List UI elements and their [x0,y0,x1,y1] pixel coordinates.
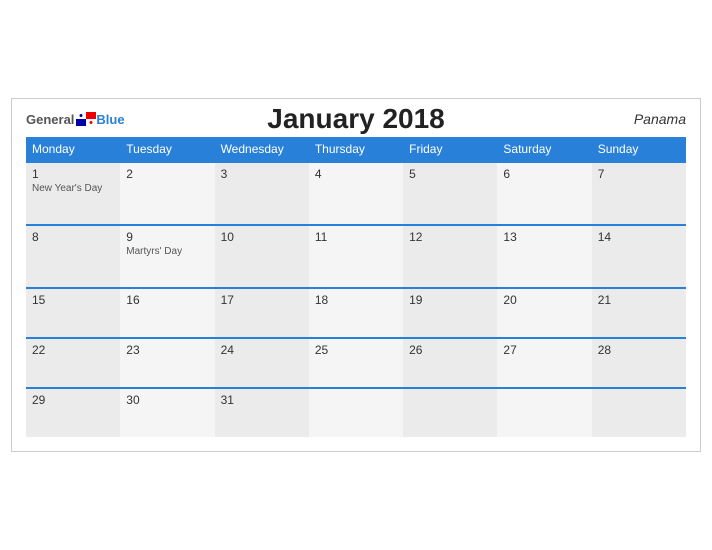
day-number: 21 [598,293,680,307]
day-number: 12 [409,230,491,244]
calendar-day-cell: 13 [497,225,591,288]
calendar-day-cell: 8 [26,225,120,288]
calendar-day-cell [309,388,403,437]
calendar-day-cell: 18 [309,288,403,338]
calendar-week-row: 29 30 31 [26,388,686,437]
day-number: 9 [126,230,208,244]
day-number: 20 [503,293,585,307]
day-number: 28 [598,343,680,357]
calendar-week-row: 15 16 17 18 19 20 21 [26,288,686,338]
day-number: 14 [598,230,680,244]
calendar-day-cell: 11 [309,225,403,288]
day-number: 19 [409,293,491,307]
day-number: 23 [126,343,208,357]
day-number: 6 [503,167,585,181]
country-name: Panama [634,111,686,127]
weekday-monday: Monday [26,137,120,162]
calendar-day-cell: 6 [497,162,591,225]
calendar-day-cell: 26 [403,338,497,388]
calendar-container: General Blue January 2018 Panama Monday … [11,98,701,452]
calendar-day-cell: 3 [215,162,309,225]
holiday-name: New Year's Day [32,183,114,194]
day-number: 17 [221,293,303,307]
calendar-day-cell: 10 [215,225,309,288]
day-number: 26 [409,343,491,357]
day-number: 24 [221,343,303,357]
calendar-day-cell: 16 [120,288,214,338]
day-number: 25 [315,343,397,357]
day-number: 10 [221,230,303,244]
day-number: 15 [32,293,114,307]
day-number: 11 [315,230,397,244]
day-number: 5 [409,167,491,181]
weekday-header-row: Monday Tuesday Wednesday Thursday Friday… [26,137,686,162]
day-number: 13 [503,230,585,244]
day-number: 22 [32,343,114,357]
day-number: 27 [503,343,585,357]
day-number: 30 [126,393,208,407]
calendar-day-cell: 14 [592,225,686,288]
calendar-day-cell: 23 [120,338,214,388]
holiday-name: Martyrs' Day [126,246,208,257]
calendar-day-cell [592,388,686,437]
day-number: 4 [315,167,397,181]
calendar-table: Monday Tuesday Wednesday Thursday Friday… [26,137,686,437]
calendar-header: General Blue January 2018 Panama [26,111,686,127]
calendar-day-cell: 28 [592,338,686,388]
day-number: 1 [32,167,114,181]
calendar-day-cell [497,388,591,437]
calendar-day-cell: 12 [403,225,497,288]
calendar-week-row: 89 Martyrs' Day 10 11 12 13 14 [26,225,686,288]
weekday-tuesday: Tuesday [120,137,214,162]
calendar-day-cell: 21 [592,288,686,338]
calendar-day-cell: 22 [26,338,120,388]
calendar-day-cell: 25 [309,338,403,388]
day-number: 16 [126,293,208,307]
day-number: 18 [315,293,397,307]
day-number: 29 [32,393,114,407]
calendar-day-cell: 17 [215,288,309,338]
calendar-day-cell: 30 [120,388,214,437]
calendar-title: January 2018 [267,103,444,135]
calendar-day-cell: 20 [497,288,591,338]
calendar-week-row: 1 New Year's Day 234567 [26,162,686,225]
calendar-day-cell: 24 [215,338,309,388]
calendar-day-cell: 2 [120,162,214,225]
calendar-day-cell: 29 [26,388,120,437]
logo-blue-text: Blue [96,112,124,127]
calendar-day-cell: 27 [497,338,591,388]
weekday-friday: Friday [403,137,497,162]
day-number: 31 [221,393,303,407]
calendar-day-cell: 15 [26,288,120,338]
calendar-week-row: 22 23 24 25 26 27 28 [26,338,686,388]
day-number: 3 [221,167,303,181]
calendar-day-cell: 19 [403,288,497,338]
weekday-saturday: Saturday [497,137,591,162]
calendar-thead: Monday Tuesday Wednesday Thursday Friday… [26,137,686,162]
weekday-sunday: Sunday [592,137,686,162]
weekday-wednesday: Wednesday [215,137,309,162]
logo-flag-icon [76,112,96,126]
day-number: 8 [32,230,114,244]
calendar-day-cell: 4 [309,162,403,225]
logo: General Blue [26,112,125,127]
calendar-day-cell [403,388,497,437]
calendar-day-cell: 31 [215,388,309,437]
calendar-day-cell: 9 Martyrs' Day [120,225,214,288]
calendar-day-cell: 5 [403,162,497,225]
day-number: 7 [598,167,680,181]
calendar-day-cell: 7 [592,162,686,225]
calendar-body: 1New Year's Day23456789Martyrs' Day10111… [26,162,686,437]
weekday-thursday: Thursday [309,137,403,162]
logo-general-text: General [26,112,74,127]
calendar-day-cell: 1 New Year's Day [26,162,120,225]
day-number: 2 [126,167,208,181]
